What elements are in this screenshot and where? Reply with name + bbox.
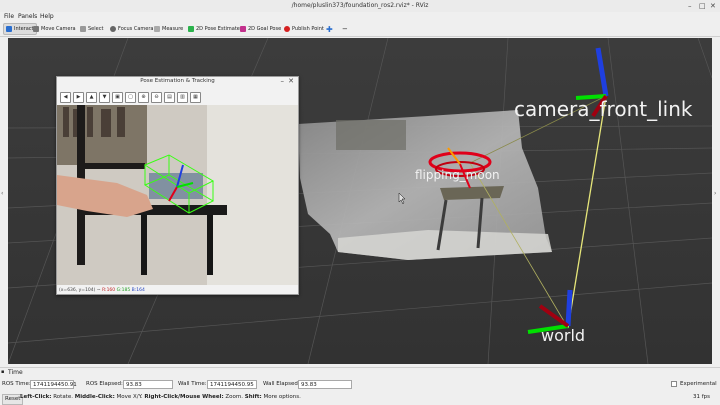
hint-left-key: Left-Click: <box>20 394 52 400</box>
pose-estimation-window[interactable]: Pose Estimation & Tracking – ✕ ◀ ▶ ▲ ▼ ▣… <box>56 76 299 295</box>
select-icon <box>80 26 86 32</box>
left-dock-handle[interactable]: ‹ <box>1 190 3 197</box>
pose-estimate-icon <box>188 26 194 32</box>
wall-elapsed-field[interactable]: 93.83 <box>298 380 352 389</box>
pan-down-icon[interactable]: ▼ <box>99 92 110 103</box>
pan-up-icon[interactable]: ▲ <box>86 92 97 103</box>
select-label: Select <box>88 26 104 32</box>
zoom-fit-icon[interactable]: ▣ <box>112 92 123 103</box>
menu-bar: File Panels Help <box>0 12 720 22</box>
focus-camera-tool[interactable]: Focus Camera <box>110 24 154 34</box>
window-title: /home/pluslin373/foundation_ros2.rviz* -… <box>291 2 429 9</box>
interact-icon <box>6 26 12 32</box>
goal-pose-label: 2D Goal Pose <box>248 26 282 32</box>
pose-window-title: Pose Estimation & Tracking <box>140 78 215 84</box>
experimental-checkbox[interactable] <box>671 381 677 387</box>
time-panel-header: Time ▪ <box>0 367 720 378</box>
add-tool-button[interactable]: ✚ <box>326 24 333 34</box>
wall-time-label: Wall Time: <box>178 381 207 387</box>
status-hint: Left-Click: Rotate. Middle-Click: Move X… <box>20 394 301 400</box>
wall-elapsed-label: Wall Elapsed: <box>263 381 300 387</box>
zoom-out-icon[interactable]: ⊖ <box>151 92 162 103</box>
ros-elapsed-field[interactable]: 93.83 <box>123 380 173 389</box>
move-camera-tool[interactable]: Move Camera <box>33 24 76 34</box>
hint-middle-key: Middle-Click: <box>74 394 115 400</box>
pan-left-icon[interactable]: ◀ <box>60 92 71 103</box>
move-camera-label: Move Camera <box>41 26 76 32</box>
interact-label: Interact <box>14 26 34 32</box>
goal-pose-tool[interactable]: 2D Goal Pose <box>240 24 281 34</box>
focus-camera-icon <box>110 26 116 32</box>
time-row: ROS Time: 1741194450.91 ROS Elapsed: 93.… <box>0 379 720 391</box>
ros-time-label: ROS Time: <box>2 381 31 387</box>
publish-point-tool[interactable]: Publish Point <box>284 24 324 34</box>
menu-file[interactable]: File <box>4 13 14 20</box>
experimental-label: Experimental <box>680 381 717 387</box>
hint-shift: More options. <box>261 394 301 400</box>
pixel-green: G:185 <box>116 288 131 293</box>
wall-time-field[interactable]: 1741194450.95 <box>207 380 257 389</box>
pixel-readout: (x=636, y=104) ~ R:160 G:185 B:164 <box>59 288 145 293</box>
menu-panels[interactable]: Panels <box>18 13 37 20</box>
time-panel-title: Time <box>8 369 23 376</box>
pixel-red: R:160 <box>102 288 116 293</box>
pixel-blue: B:164 <box>131 288 145 293</box>
remove-tool-button[interactable]: − <box>342 24 348 34</box>
ros-elapsed-label: ROS Elapsed: <box>86 381 123 387</box>
status-bar: Reset Left-Click: Rotate. Middle-Click: … <box>0 393 720 405</box>
hint-right: Zoom. <box>223 394 244 400</box>
focus-camera-label: Focus Camera <box>118 26 154 32</box>
copy-image-icon[interactable]: ▥ <box>177 92 188 103</box>
select-tool[interactable]: Select <box>80 24 103 34</box>
pose-estimate-tool[interactable]: 2D Pose Estimate <box>188 24 240 34</box>
close-icon[interactable]: ✕ <box>710 2 716 10</box>
camera-frame-label: camera_front_link <box>514 97 693 121</box>
move-camera-icon <box>33 26 39 32</box>
hint-left: Rotate. <box>51 394 73 400</box>
right-dock-handle[interactable]: › <box>714 190 716 197</box>
measure-tool[interactable]: Measure <box>154 24 183 34</box>
measure-icon <box>154 26 160 32</box>
goal-pose-icon <box>240 26 246 32</box>
hint-right-key: Right-Click/Mouse Wheel: <box>144 394 224 400</box>
measure-label: Measure <box>162 26 184 32</box>
world-frame-label: world <box>541 326 585 345</box>
hint-shift-key: Shift: <box>244 394 262 400</box>
menu-help[interactable]: Help <box>40 13 54 20</box>
panel-grip-icon: ▪ <box>1 369 5 375</box>
pose-window-close-icon[interactable]: ✕ <box>288 77 294 85</box>
publish-point-icon <box>284 26 290 32</box>
zoom-original-icon[interactable]: ▢ <box>125 92 136 103</box>
maximize-icon[interactable]: □ <box>699 2 706 10</box>
minimize-icon[interactable]: – <box>688 2 692 10</box>
pixel-coords: (x=636, y=104) ~ <box>59 288 103 293</box>
hint-middle: Move X/Y. <box>114 394 143 400</box>
pose-estimate-label: 2D Pose Estimate <box>196 26 240 32</box>
save-image-icon[interactable]: ▤ <box>164 92 175 103</box>
image-toolbar: ◀ ▶ ▲ ▼ ▣ ▢ ⊕ ⊖ ▤ ▥ ▦ <box>60 92 201 103</box>
ros-time-field[interactable]: 1741194450.91 <box>30 380 77 389</box>
zoom-in-icon[interactable]: ⊕ <box>138 92 149 103</box>
toolbar: Interact Move Camera Select Focus Camera… <box>0 22 720 37</box>
pan-right-icon[interactable]: ▶ <box>73 92 84 103</box>
interact-tool[interactable]: Interact <box>3 23 37 35</box>
publish-point-label: Publish Point <box>292 26 324 32</box>
pose-window-minimize-icon[interactable]: – <box>281 77 285 85</box>
camera-image <box>57 105 298 285</box>
properties-icon[interactable]: ▦ <box>190 92 201 103</box>
bottom-panel: Time ▪ ROS Time: 1741194450.91 ROS Elaps… <box>0 367 720 405</box>
object-frame-label: flipping_moon <box>415 168 500 182</box>
fps-counter: 31 fps <box>692 394 710 400</box>
